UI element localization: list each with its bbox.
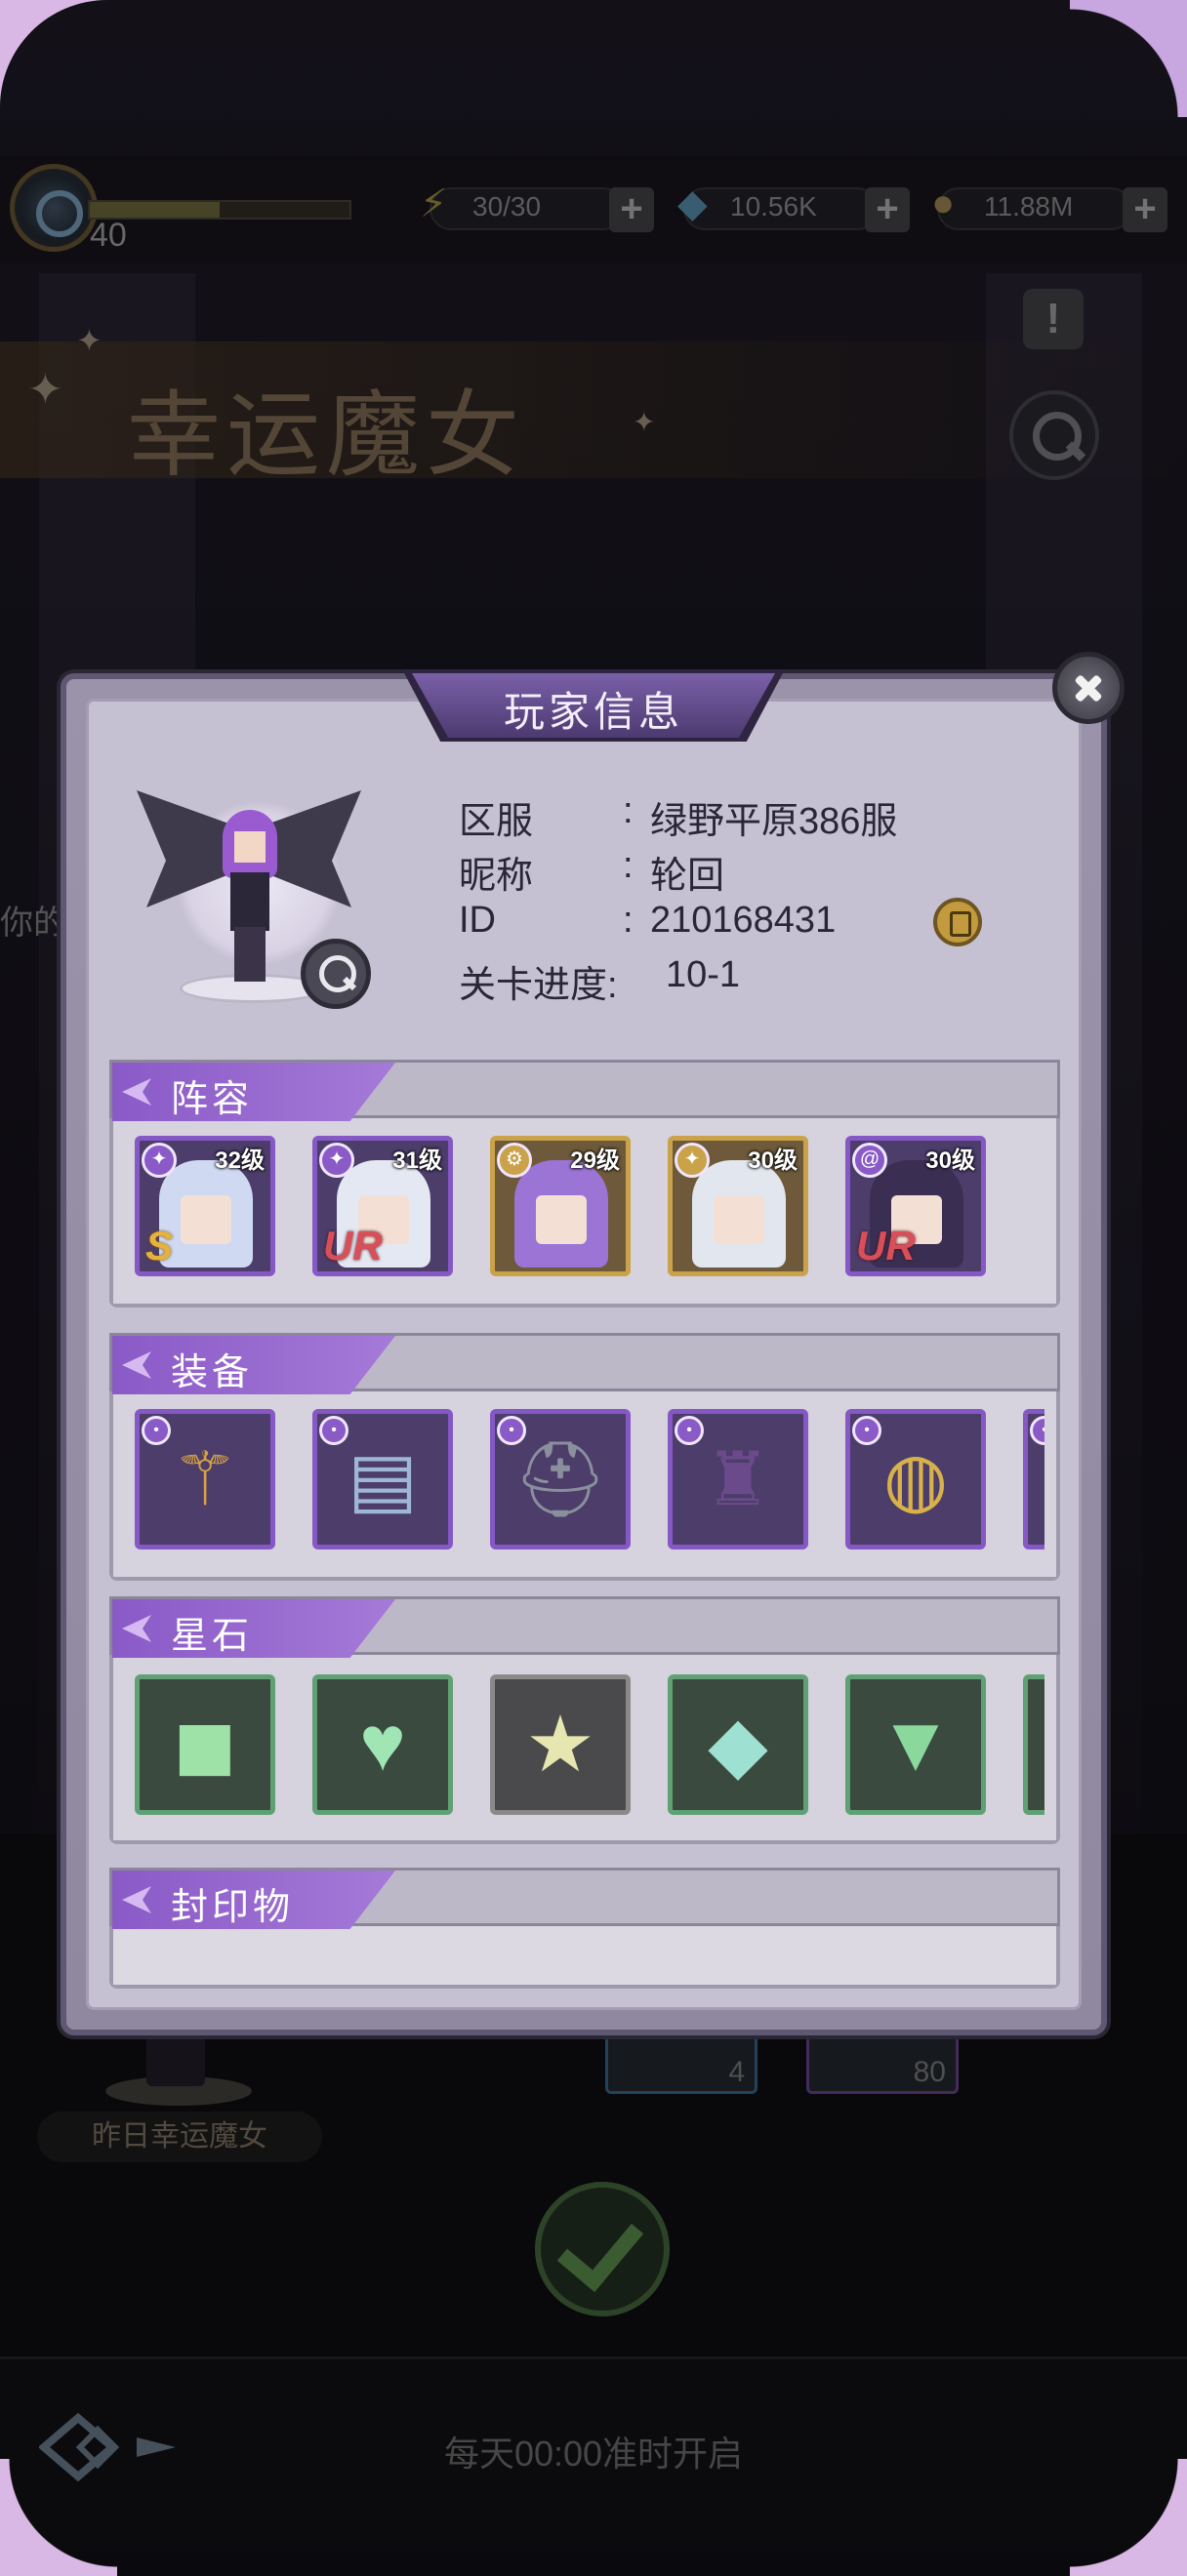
sprite-legs — [234, 927, 266, 982]
modal-title: 玩家信息 — [503, 689, 683, 735]
starstone-slot[interactable] — [1023, 1674, 1044, 1815]
starstone-slot[interactable]: ♥ — [312, 1674, 453, 1815]
colon: : — [623, 845, 634, 886]
starstone-slot[interactable]: ◆ — [668, 1674, 808, 1815]
slot-type-icon: • — [497, 1416, 526, 1445]
slot-type-icon: • — [1030, 1416, 1044, 1445]
hero-slot[interactable]: ⚙ 29级 — [490, 1136, 631, 1276]
id-value: 210168431 — [650, 900, 837, 941]
rarity-badge: UR — [856, 1223, 916, 1268]
equipment-title: 装备 — [171, 1352, 254, 1393]
cloak-icon: ♜ — [704, 1438, 772, 1521]
section-header: 装备 — [109, 1333, 1060, 1394]
progress-label: 关卡进度: — [459, 965, 618, 1006]
slot-type-icon: • — [142, 1416, 171, 1445]
starstone-slot[interactable]: ◼ — [135, 1674, 275, 1815]
sprite-torso — [230, 872, 269, 931]
hero-slot[interactable]: ✦ 30级 — [668, 1136, 808, 1276]
game-screen: 40 ⚡ 30/30 + ◆ 10.56K + ● 11.88M + 幸运魔女 … — [0, 0, 1187, 2576]
nickname-label: 昵称 — [459, 856, 534, 897]
section-header: 阵容 — [109, 1060, 1060, 1121]
hero-slot[interactable]: ✦ 32级 S — [135, 1136, 275, 1276]
hero-level: 30级 — [748, 1147, 798, 1174]
wand-icon: ✦ — [319, 1143, 354, 1178]
starstone-slot[interactable]: ★ — [490, 1674, 631, 1815]
section-tab — [112, 1063, 395, 1121]
equipment-slot[interactable]: ▤ • — [312, 1409, 453, 1550]
close-button[interactable] — [1052, 652, 1125, 724]
section-header: 封印物 — [109, 1868, 1060, 1929]
helmet-icon: ⛑ — [512, 1438, 608, 1521]
hero-face — [181, 1195, 231, 1244]
id-label: ID — [459, 900, 496, 941]
device-corner — [1070, 0, 1187, 117]
hero-level: 32级 — [215, 1147, 265, 1174]
slot-type-icon: • — [319, 1416, 348, 1445]
equipment-slot[interactable]: ⚚ • — [135, 1409, 275, 1550]
square-gem-icon: ◼ — [172, 1701, 238, 1788]
section-tab — [112, 1336, 395, 1394]
hero-face — [536, 1195, 587, 1244]
hero-level: 30级 — [925, 1147, 975, 1174]
wand-icon: ✦ — [675, 1143, 710, 1178]
star-gem-icon: ★ — [525, 1701, 595, 1788]
progress-value: 10-1 — [666, 954, 741, 995]
ring-icon: ◍ — [882, 1438, 949, 1521]
hero-level: 29级 — [570, 1147, 620, 1174]
device-corner — [1070, 2459, 1187, 2576]
hero-slot[interactable]: ✦ 31级 UR — [312, 1136, 453, 1276]
gear-icon: ⚙ — [497, 1143, 532, 1178]
equipment-slot[interactable]: ◍ • — [845, 1409, 986, 1550]
equipment-slot[interactable]: ⛑ • — [490, 1409, 631, 1550]
nickname-value: 轮回 — [650, 856, 725, 897]
section-header: 星石 — [109, 1596, 1060, 1658]
rarity-badge: UR — [323, 1223, 383, 1268]
scepter-icon: ⚚ — [171, 1438, 239, 1521]
wand-icon: ✦ — [142, 1143, 177, 1178]
starstone-slot[interactable]: ▼ — [845, 1674, 986, 1815]
server-label: 区服 — [459, 801, 534, 842]
hero-face — [714, 1195, 764, 1244]
server-value: 绿野平原386服 — [650, 801, 898, 842]
device-corner — [0, 2459, 117, 2576]
swirl-icon: @ — [852, 1143, 887, 1178]
diamond-gem-icon: ◆ — [708, 1701, 768, 1788]
colon: : — [623, 790, 634, 831]
colon: : — [623, 900, 634, 941]
witch-sprite — [223, 810, 277, 982]
hero-level: 31级 — [392, 1147, 442, 1174]
sprite-face — [234, 831, 266, 863]
section-tab — [112, 1599, 395, 1658]
equipment-slot[interactable]: • — [1023, 1409, 1044, 1550]
heart-gem-icon: ♥ — [359, 1700, 406, 1787]
rarity-badge: S — [145, 1223, 174, 1268]
starstone-title: 星石 — [171, 1616, 254, 1657]
equipment-slot[interactable]: ♜ • — [668, 1409, 808, 1550]
seal-empty-area — [113, 1926, 1056, 1985]
spellbook-icon: ▤ — [348, 1438, 418, 1521]
trillion-gem-icon: ▼ — [877, 1700, 955, 1787]
hero-slot[interactable]: @30级 UR — [845, 1136, 986, 1276]
seal-title: 封印物 — [171, 1887, 295, 1928]
seal-section: 封印物 — [109, 1868, 1060, 1989]
lineup-title: 阵容 — [171, 1079, 254, 1120]
slot-type-icon: • — [675, 1416, 704, 1445]
copy-id-button[interactable] — [933, 898, 982, 946]
slot-type-icon: • — [852, 1416, 881, 1445]
view-avatar-magnifier-icon[interactable] — [301, 939, 371, 1009]
